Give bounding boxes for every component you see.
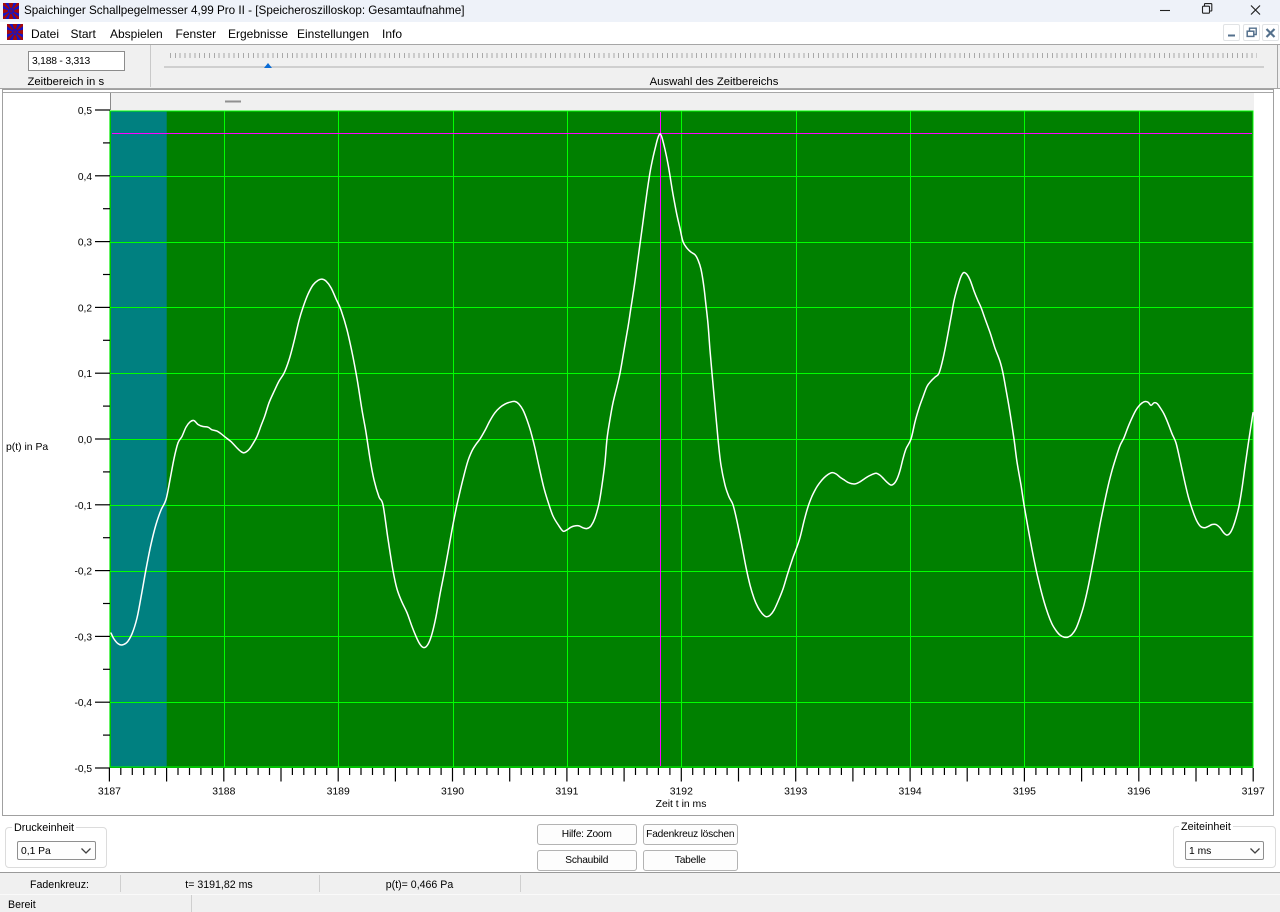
svg-text:0,5: 0,5 (78, 106, 92, 117)
svg-text:3196: 3196 (1127, 787, 1150, 798)
svg-text:0,4: 0,4 (78, 172, 92, 183)
svg-text:-0,2: -0,2 (74, 567, 92, 578)
svg-text:3195: 3195 (1013, 787, 1036, 798)
svg-text:0,3: 0,3 (78, 238, 92, 249)
svg-text:0,2: 0,2 (78, 303, 92, 314)
svg-text:-0,5: -0,5 (74, 764, 92, 775)
svg-text:3188: 3188 (212, 787, 235, 798)
svg-text:Zeit t in ms: Zeit t in ms (656, 799, 707, 810)
svg-text:3191: 3191 (555, 787, 578, 798)
svg-text:3194: 3194 (899, 787, 922, 798)
svg-text:3193: 3193 (784, 787, 807, 798)
svg-text:0,0: 0,0 (78, 435, 92, 446)
svg-text:p(t) in Pa: p(t) in Pa (6, 442, 48, 453)
svg-text:0,1: 0,1 (78, 369, 92, 380)
svg-text:-0,3: -0,3 (74, 632, 92, 643)
svg-text:-0,1: -0,1 (74, 501, 92, 512)
svg-text:3197: 3197 (1242, 787, 1265, 798)
svg-text:3192: 3192 (670, 787, 693, 798)
svg-text:3189: 3189 (327, 787, 350, 798)
svg-text:-0,4: -0,4 (74, 698, 92, 709)
svg-text:3187: 3187 (98, 787, 121, 798)
svg-text:3190: 3190 (441, 787, 464, 798)
